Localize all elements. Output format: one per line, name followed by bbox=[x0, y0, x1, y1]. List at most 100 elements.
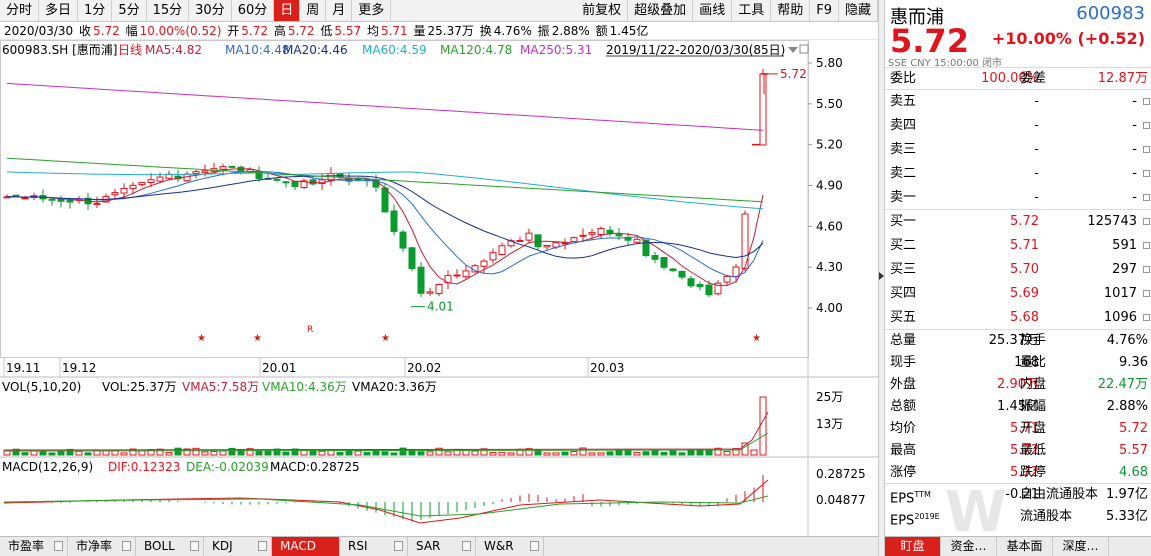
event-star-icon[interactable]: ★ bbox=[197, 333, 206, 344]
volume-bar bbox=[750, 449, 758, 456]
period-button[interactable]: 30分 bbox=[189, 0, 232, 21]
volume-bar bbox=[687, 449, 695, 456]
volume-bar bbox=[201, 451, 209, 456]
tab-settings-icon[interactable] bbox=[258, 541, 267, 551]
period-button[interactable]: 周 bbox=[300, 0, 327, 21]
period-button[interactable]: 月 bbox=[326, 0, 353, 21]
weibi-label: 委比 bbox=[890, 71, 917, 86]
stat-value: 2.88% bbox=[1106, 399, 1148, 414]
candle-body bbox=[129, 184, 137, 189]
indicator-tab[interactable]: RSI bbox=[340, 537, 408, 556]
toolbar-tool-button[interactable]: 超级叠加 bbox=[628, 0, 694, 21]
info-amount-label: 额 bbox=[595, 24, 608, 38]
book-row[interactable]: 卖三 - - bbox=[885, 138, 1151, 162]
vma5-line bbox=[3, 411, 769, 451]
tab-settings-icon[interactable] bbox=[530, 541, 539, 551]
tab-settings-icon[interactable] bbox=[190, 541, 199, 551]
indicator-tab[interactable]: MACD bbox=[272, 537, 340, 556]
toolbar-tool-button[interactable]: 帮助 bbox=[771, 0, 811, 21]
event-star-icon[interactable]: ★ bbox=[381, 333, 390, 344]
panel-tab[interactable]: 盯盘 bbox=[885, 537, 941, 556]
indicator-tab[interactable]: 市净率 bbox=[68, 537, 136, 556]
volume-bar bbox=[39, 451, 47, 456]
book-row[interactable]: 买二 5.71 591 bbox=[885, 234, 1151, 258]
indicator-tab[interactable]: W&R bbox=[476, 537, 544, 556]
weibi-row: 委比 100.00% 委差 12.87万 bbox=[885, 68, 1151, 90]
period-button[interactable]: 5分 bbox=[112, 0, 147, 21]
volume-bar bbox=[543, 452, 551, 456]
panel-tab[interactable]: 深度… bbox=[1053, 537, 1109, 556]
stat-row: 外盘 2.90万 内盘 22.47万 bbox=[885, 374, 1151, 396]
candle-body bbox=[462, 270, 470, 278]
book-row[interactable]: 卖二 - - bbox=[885, 162, 1151, 186]
row-expand-icon[interactable] bbox=[1143, 242, 1150, 249]
candle-body bbox=[408, 247, 416, 270]
row-expand-icon[interactable] bbox=[1143, 98, 1150, 105]
eps-row: EPS2019E 流通股本 5.33亿 bbox=[885, 506, 1151, 528]
candle-body bbox=[570, 237, 578, 242]
book-row[interactable]: 买三 5.70 297 bbox=[885, 258, 1151, 282]
stat-row: 总额 1.45亿 振幅 2.88% bbox=[885, 396, 1151, 418]
period-button[interactable]: 分时 bbox=[0, 0, 40, 21]
legend-dropdown-icon[interactable] bbox=[788, 47, 798, 53]
period-button[interactable]: 1分 bbox=[78, 0, 113, 21]
stat-label: 总额 bbox=[890, 399, 917, 414]
price-axis-label: 4.90 bbox=[816, 179, 843, 193]
toolbar-tool-button[interactable]: 工具 bbox=[732, 0, 772, 21]
vol-legend-vol: VOL:25.37万 bbox=[102, 380, 177, 394]
period-button[interactable]: 15分 bbox=[147, 0, 190, 21]
indicator-tab[interactable]: KDJ bbox=[204, 537, 272, 556]
kline-chart-svg[interactable]: 600983.SH [惠而浦] 日线 MA5:4.82 MA10:4.48MA20:4… bbox=[0, 40, 878, 536]
toolbar-tool-button[interactable]: F9 bbox=[810, 0, 839, 21]
book-row[interactable]: 买一 5.72 125743 bbox=[885, 210, 1151, 234]
stat-value: 4.76% bbox=[1106, 333, 1148, 348]
tab-settings-icon[interactable] bbox=[462, 541, 471, 551]
kline-chart-area[interactable]: 600983.SH [惠而浦] 日线 MA5:4.82 MA10:4.48 MA20:4… bbox=[0, 40, 878, 536]
row-expand-icon[interactable] bbox=[1143, 122, 1150, 129]
book-level-label: 买四 bbox=[890, 286, 917, 301]
event-star-icon[interactable]: ★ bbox=[752, 333, 761, 344]
period-button[interactable]: 更多 bbox=[352, 0, 392, 21]
volume-bar bbox=[345, 450, 353, 456]
row-expand-icon[interactable] bbox=[1143, 266, 1150, 273]
candle-body bbox=[48, 198, 56, 201]
indicator-tab-label: 市盈率 bbox=[8, 539, 45, 553]
row-expand-icon[interactable] bbox=[1143, 314, 1150, 321]
row-expand-icon[interactable] bbox=[1143, 194, 1150, 201]
panel-tab[interactable]: 资金… bbox=[941, 537, 997, 556]
collapse-arrow-icon[interactable] bbox=[879, 272, 884, 280]
panel-tab[interactable]: 基本面 bbox=[997, 537, 1053, 556]
period-button[interactable]: 多日 bbox=[39, 0, 79, 21]
row-expand-icon[interactable] bbox=[1143, 146, 1150, 153]
legend-settings-icon[interactable] bbox=[799, 44, 809, 54]
indicator-tab[interactable]: SAR bbox=[408, 537, 476, 556]
book-row[interactable]: 买四 5.69 1017 bbox=[885, 282, 1151, 306]
book-row[interactable]: 卖五 - - bbox=[885, 90, 1151, 114]
toolbar-tool-button[interactable]: 画线 bbox=[693, 0, 733, 21]
dif-line bbox=[3, 479, 769, 524]
book-price: - bbox=[1034, 142, 1039, 157]
period-button[interactable]: 日 bbox=[274, 0, 301, 21]
panel-splitter[interactable] bbox=[878, 0, 885, 556]
book-row[interactable]: 卖四 - - bbox=[885, 114, 1151, 138]
stat-label: 均价 bbox=[890, 421, 917, 436]
indicator-tab[interactable]: 市盈率 bbox=[0, 537, 68, 556]
row-expand-icon[interactable] bbox=[1143, 218, 1150, 225]
period-button[interactable]: 60分 bbox=[232, 0, 275, 21]
event-star-icon[interactable]: ★ bbox=[253, 333, 262, 344]
row-expand-icon[interactable] bbox=[1143, 290, 1150, 297]
toolbar-tool-button[interactable]: 前复权 bbox=[576, 0, 629, 21]
candle-body bbox=[525, 232, 533, 241]
tab-settings-icon[interactable] bbox=[54, 541, 63, 551]
tab-settings-icon[interactable] bbox=[394, 541, 403, 551]
toolbar-tool-button[interactable]: 隐藏 bbox=[839, 0, 878, 21]
candle-body bbox=[534, 234, 542, 248]
book-row[interactable]: 卖一 - - bbox=[885, 186, 1151, 210]
stat-row: 最高 5.72 最低 5.57 bbox=[885, 440, 1151, 462]
indicator-tab[interactable]: BOLL bbox=[136, 537, 204, 556]
row-expand-icon[interactable] bbox=[1143, 170, 1150, 177]
tab-settings-icon[interactable] bbox=[122, 541, 131, 551]
legend-ma60: MA60:4.59 bbox=[362, 43, 427, 57]
stat-row: 现手 168 量比 9.36 bbox=[885, 352, 1151, 374]
book-row[interactable]: 买五 5.68 1096 bbox=[885, 306, 1151, 330]
